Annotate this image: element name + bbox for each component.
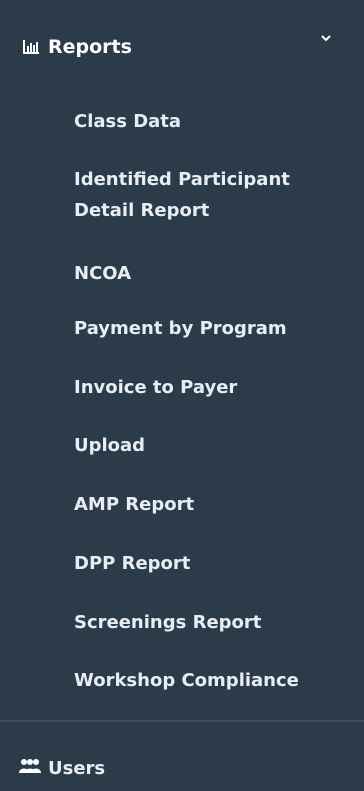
menu-item-screenings-report[interactable]: Screenings Report <box>74 609 261 636</box>
menu-item-upload[interactable]: Upload <box>74 432 145 459</box>
menu-item-payment-by-program[interactable]: Payment by Program <box>74 315 287 342</box>
users-label: Users <box>48 758 106 779</box>
menu-item-ncoa[interactable]: NCOA <box>74 260 131 287</box>
reports-submenu: Class Data Identified Participant Detail… <box>0 94 364 720</box>
menu-item-class-data[interactable]: Class Data <box>74 108 181 135</box>
menu-item-invoice-to-payer[interactable]: Invoice to Payer <box>74 374 237 401</box>
menu-item-amp-report[interactable]: AMP Report <box>74 491 194 518</box>
reports-title: Reports <box>48 36 132 58</box>
menu-item-dpp-report[interactable]: DPP Report <box>74 550 190 577</box>
reports-menu-header[interactable]: Reports <box>0 0 364 94</box>
sidebar: Reports Class Data Identified Participan… <box>0 0 364 791</box>
menu-item-workshop-compliance[interactable]: Workshop Compliance <box>74 667 299 694</box>
users-icon <box>19 759 41 773</box>
menu-item-identified-participant-detail-report[interactable]: Identified Participant Detail Report <box>74 164 344 226</box>
bar-chart-icon <box>23 40 39 54</box>
chevron-down-icon[interactable] <box>320 34 332 44</box>
users-menu-item[interactable]: Users <box>0 722 364 791</box>
